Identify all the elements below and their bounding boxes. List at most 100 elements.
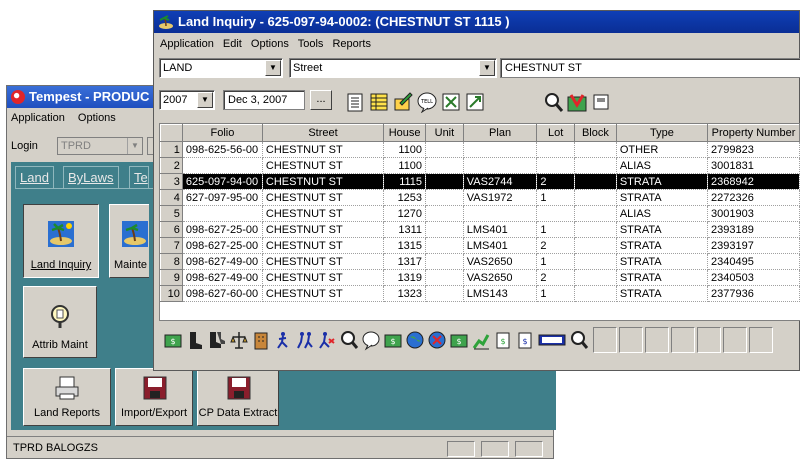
cell-lot[interactable]: 2 [536, 237, 576, 254]
cell-folio[interactable]: 098-627-60-00 [182, 285, 263, 302]
table-row[interactable]: 5 CHESTNUT ST 1270 ALIAS 3001903 [160, 205, 800, 222]
cell-folio[interactable] [182, 157, 263, 174]
cell-house[interactable]: 1319 [383, 269, 427, 286]
cell-plan[interactable] [463, 157, 538, 174]
cell-plan[interactable]: VAS2650 [463, 253, 538, 270]
chevron-down-icon[interactable]: ▼ [197, 92, 213, 108]
cell-street[interactable]: CHESTNUT ST [262, 173, 385, 190]
column-header-plan[interactable]: Plan [462, 124, 538, 142]
cell-block[interactable] [574, 141, 617, 158]
cell-folio[interactable]: 098-627-49-00 [182, 269, 263, 286]
building-icon[interactable] [251, 329, 271, 351]
login-select[interactable]: TPRD ▼ [57, 137, 143, 155]
menu-options[interactable]: Options [251, 38, 289, 50]
cell-plan[interactable] [463, 205, 538, 222]
cell-folio[interactable]: 625-097-94-00 [182, 173, 263, 190]
meter-icon[interactable] [537, 329, 567, 351]
cell-type[interactable]: OTHER [616, 141, 708, 158]
cell-unit[interactable] [425, 141, 464, 158]
type-combo[interactable]: LAND ▼ [159, 58, 283, 78]
table-row[interactable]: 8 098-627-49-00 CHESTNUT ST 1317 VAS2650 1 STR… [160, 253, 800, 270]
cell-house[interactable]: 1311 [383, 221, 427, 238]
chevron-down-icon[interactable]: ▼ [127, 138, 142, 154]
boot-icon[interactable] [185, 329, 205, 351]
tile-attrib-maint[interactable]: Attrib Maint [23, 286, 97, 358]
toolbar-slot[interactable] [645, 327, 669, 353]
cell-lot[interactable] [536, 141, 576, 158]
cell-plan[interactable]: VAS1972 [463, 189, 538, 206]
table-row[interactable]: 4 627-097-95-00 CHESTNUT ST 1253 VAS1972 1 STR… [160, 189, 800, 206]
globe-alert-icon[interactable] [427, 329, 447, 351]
tax-alt-icon[interactable]: $ [515, 329, 535, 351]
table-row[interactable]: 7 098-627-25-00 CHESTNUT ST 1315 LMS401 2 STRA… [160, 237, 800, 254]
chevron-down-icon[interactable]: ▼ [479, 60, 495, 76]
cell-block[interactable] [574, 253, 617, 270]
column-header-lot[interactable]: Lot [536, 124, 576, 142]
cell-lot[interactable]: 1 [536, 253, 576, 270]
cell-unit[interactable] [425, 189, 464, 206]
tile-cp-data-extract[interactable]: CP Data Extract [197, 368, 279, 426]
cell-plan[interactable]: VAS2744 [463, 173, 538, 190]
cell-folio[interactable]: 098-627-25-00 [182, 221, 263, 238]
cell-street[interactable]: CHESTNUT ST [262, 237, 385, 254]
cell-lot[interactable]: 2 [536, 269, 576, 286]
cell-house[interactable]: 1317 [383, 253, 427, 270]
row-number[interactable]: 3 [160, 173, 183, 190]
column-header-house[interactable]: House [383, 124, 427, 142]
toolbar-slot[interactable] [619, 327, 643, 353]
properties-icon[interactable] [590, 91, 612, 113]
cell-house[interactable]: 1315 [383, 237, 427, 254]
cell-house[interactable]: 1100 [383, 157, 427, 174]
cell-folio[interactable]: 627-097-95-00 [182, 189, 263, 206]
magnifier-icon[interactable] [542, 91, 564, 113]
cell-street[interactable]: CHESTNUT ST [262, 285, 385, 302]
cell-plan[interactable]: LMS401 [463, 237, 538, 254]
menu-tools[interactable]: Tools [298, 38, 324, 50]
cell-lot[interactable]: 1 [536, 285, 576, 302]
cell-type[interactable]: STRATA [616, 253, 708, 270]
cell-lot[interactable]: 2 [536, 173, 576, 190]
cell-lot[interactable] [536, 205, 576, 222]
tile-land-reports[interactable]: Land Reports [23, 368, 111, 426]
row-number[interactable]: 6 [160, 221, 183, 238]
scales-icon[interactable] [229, 329, 249, 351]
column-header-unit[interactable]: Unit [425, 124, 464, 142]
cell-block[interactable] [574, 189, 617, 206]
magnifier-icon[interactable] [339, 329, 359, 351]
land-inquiry-title-bar[interactable]: Land Inquiry - 625-097-94-0002: (CHESTNU… [154, 11, 799, 33]
cell-block[interactable] [574, 237, 617, 254]
toolbar-slot[interactable] [593, 327, 617, 353]
cell-house[interactable]: 1253 [383, 189, 427, 206]
tile-import-export[interactable]: Import/Export [115, 368, 193, 426]
column-header-type[interactable]: Type [615, 124, 708, 142]
cell-street[interactable]: CHESTNUT ST [262, 253, 385, 270]
table-row[interactable]: 3 625-097-94-00 CHESTNUT ST 1115 VAS2744 2 STR… [160, 173, 800, 190]
cell-property-number[interactable]: 2340503 [707, 269, 800, 286]
tell-me-more-icon[interactable]: TELL [416, 91, 438, 113]
cell-house[interactable]: 1323 [383, 285, 427, 302]
zoom-out-icon[interactable] [440, 91, 462, 113]
cell-unit[interactable] [425, 221, 464, 238]
column-header-folio[interactable]: Folio [181, 124, 263, 142]
toolbar-slot[interactable] [697, 327, 721, 353]
cell-block[interactable] [574, 205, 617, 222]
cell-house[interactable]: 1115 [383, 173, 427, 190]
column-header-block[interactable]: Block [574, 124, 617, 142]
tile-land-inquiry[interactable]: Land Inquiry [23, 204, 99, 278]
cell-property-number[interactable]: 2368942 [707, 173, 800, 190]
toolbar-slot[interactable] [749, 327, 773, 353]
cell-house[interactable]: 1100 [383, 141, 427, 158]
boots-icon[interactable] [207, 329, 227, 351]
cell-street[interactable]: CHESTNUT ST [262, 269, 385, 286]
cell-type[interactable]: STRATA [616, 285, 708, 302]
cell-property-number[interactable]: 2340495 [707, 253, 800, 270]
date-picker-button[interactable]: ... [310, 90, 332, 110]
cell-street[interactable]: CHESTNUT ST [262, 205, 385, 222]
cell-plan[interactable] [463, 141, 538, 158]
table-row[interactable]: 1 098-625-56-00 CHESTNUT ST 1100 OTHER 279982… [160, 141, 800, 158]
cell-block[interactable] [574, 157, 617, 174]
money-icon[interactable]: $ [163, 329, 183, 351]
search-globe-icon[interactable] [569, 329, 589, 351]
cell-type[interactable]: STRATA [616, 221, 708, 238]
cell-house[interactable]: 1270 [383, 205, 427, 222]
